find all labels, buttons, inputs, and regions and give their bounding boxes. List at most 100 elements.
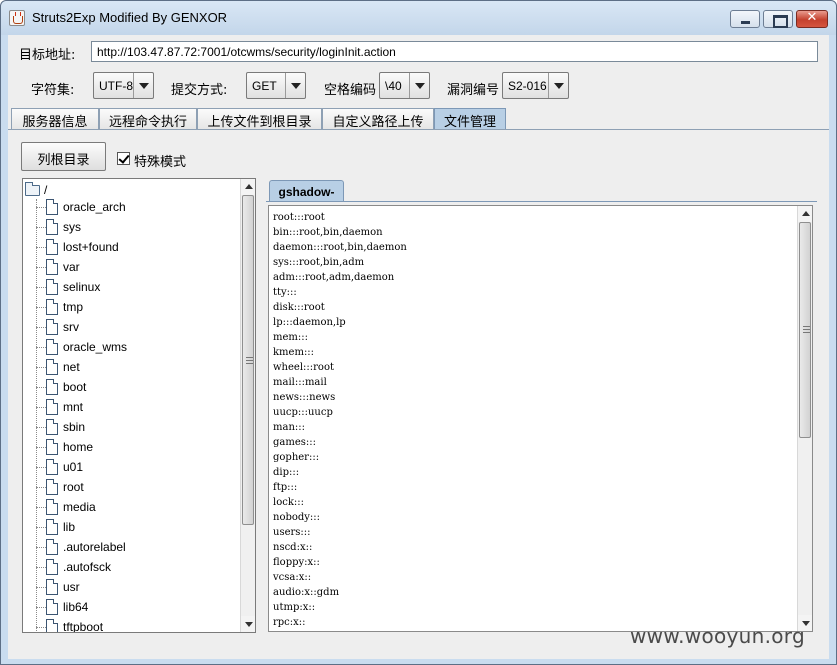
charset-select[interactable]: UTF-8 bbox=[93, 72, 154, 99]
tree-item-label: usr bbox=[63, 580, 80, 594]
grip-line bbox=[803, 326, 810, 327]
file-line: root:::root bbox=[273, 212, 325, 223]
tree-item[interactable]: var bbox=[23, 258, 238, 278]
space-encoding-label: 空格编码 bbox=[324, 83, 377, 98]
tree-connector bbox=[36, 447, 46, 448]
minimize-button[interactable] bbox=[730, 10, 760, 28]
tree-item[interactable]: .autofsck bbox=[23, 558, 238, 578]
chevron-down-icon bbox=[285, 73, 305, 98]
file-scrollbar[interactable] bbox=[797, 206, 812, 631]
space-encoding-value: \40 bbox=[385, 79, 402, 93]
tree-item[interactable]: boot bbox=[23, 378, 238, 398]
tab-server-info[interactable]: 服务器信息 bbox=[11, 108, 99, 130]
special-mode-checkbox[interactable] bbox=[117, 152, 130, 165]
tab-custom-upload[interactable]: 自定义路径上传 bbox=[322, 108, 434, 130]
special-mode-label: 特殊模式 bbox=[134, 155, 187, 170]
tree-item[interactable]: usr bbox=[23, 578, 238, 598]
method-select[interactable]: GET bbox=[246, 72, 306, 99]
title-bar[interactable]: Struts2Exp Modified By GENXOR ✕ bbox=[1, 1, 836, 35]
tree-root-label: / bbox=[44, 183, 48, 197]
tab-label: 远程命令执行 bbox=[108, 115, 187, 130]
file-line: vcsa:x:: bbox=[273, 572, 312, 583]
file-line: ftp::: bbox=[273, 482, 298, 493]
tree-item[interactable]: selinux bbox=[23, 278, 238, 298]
tree-item[interactable]: home bbox=[23, 438, 238, 458]
tree-item[interactable]: lost+found bbox=[23, 238, 238, 258]
file-tab-gshadow[interactable]: gshadow- bbox=[269, 180, 344, 202]
scroll-down-button[interactable] bbox=[241, 616, 255, 632]
list-root-button[interactable]: 列根目录 bbox=[21, 142, 106, 171]
file-line: man::: bbox=[273, 422, 305, 433]
file-line: sys:::root,bin,adm bbox=[273, 257, 365, 268]
tree-item-label: root bbox=[63, 480, 84, 494]
java-app-icon bbox=[9, 10, 25, 26]
tree-item-label: u01 bbox=[63, 460, 84, 474]
tree-item-label: oracle_wms bbox=[63, 340, 128, 354]
file-line: nobody::: bbox=[273, 512, 321, 523]
tree-scrollbar[interactable] bbox=[240, 179, 255, 632]
tree-connector bbox=[36, 567, 46, 568]
directory-tree[interactable]: / oracle_arch sys lost+found var selinux tmp s… bbox=[22, 178, 256, 633]
file-line: tty::: bbox=[273, 287, 297, 298]
tree-item-label: var bbox=[63, 260, 80, 274]
file-icon bbox=[46, 419, 58, 435]
watermark: www.wooyun.org bbox=[630, 624, 805, 648]
file-content-area[interactable]: root:::root bin:::root,bin,daemon daemon::… bbox=[268, 205, 813, 632]
tree-item[interactable]: net bbox=[23, 358, 238, 378]
tree-item[interactable]: lib64 bbox=[23, 598, 238, 618]
tree-item[interactable]: srv bbox=[23, 318, 238, 338]
tree-item[interactable]: lib bbox=[23, 518, 238, 538]
close-icon: ✕ bbox=[806, 10, 818, 25]
tree-connector bbox=[36, 307, 46, 308]
tree-item[interactable]: oracle_arch bbox=[23, 198, 238, 218]
scroll-thumb[interactable] bbox=[799, 222, 811, 438]
file-icon bbox=[46, 339, 58, 355]
tree-item-label: lib bbox=[63, 520, 76, 534]
vuln-id-label: 漏洞编号 bbox=[447, 83, 500, 98]
tree-item[interactable]: oracle_wms bbox=[23, 338, 238, 358]
tree-item[interactable]: .autorelabel bbox=[23, 538, 238, 558]
tab-remote-command[interactable]: 远程命令执行 bbox=[99, 108, 197, 130]
tree-item[interactable]: sys bbox=[23, 218, 238, 238]
tree-item[interactable]: media bbox=[23, 498, 238, 518]
scroll-up-button[interactable] bbox=[798, 206, 812, 222]
file-icon bbox=[46, 239, 58, 255]
scroll-up-button[interactable] bbox=[241, 179, 255, 195]
file-line: adm:::root,adm,daemon bbox=[273, 272, 395, 283]
tree-connector bbox=[36, 607, 46, 608]
scroll-thumb[interactable] bbox=[242, 195, 254, 525]
space-encoding-select[interactable]: \40 bbox=[379, 72, 430, 99]
file-line: lock::: bbox=[273, 497, 304, 508]
tree-item-label: media bbox=[63, 500, 96, 514]
file-line: nscd:x:: bbox=[273, 542, 313, 553]
file-line: users::: bbox=[273, 527, 311, 538]
tree-item[interactable]: sbin bbox=[23, 418, 238, 438]
tree-connector bbox=[36, 327, 46, 328]
tree-item[interactable]: tmp bbox=[23, 298, 238, 318]
close-button[interactable]: ✕ bbox=[796, 10, 828, 28]
file-line: kmem::: bbox=[273, 347, 315, 358]
vuln-id-value: S2-016 bbox=[508, 79, 547, 93]
grip-line bbox=[246, 360, 253, 361]
maximize-button[interactable] bbox=[763, 10, 793, 28]
tab-upload-root[interactable]: 上传文件到根目录 bbox=[197, 108, 322, 130]
tree-item-label: tmp bbox=[63, 300, 84, 314]
chevron-down-icon bbox=[548, 73, 568, 98]
file-line: uucp:::uucp bbox=[273, 407, 333, 418]
tree-item-label: sbin bbox=[63, 420, 86, 434]
tree-item[interactable]: u01 bbox=[23, 458, 238, 478]
file-line: dip::: bbox=[273, 467, 300, 478]
file-line: floppy:x:: bbox=[273, 557, 320, 568]
file-line: wheel:::root bbox=[273, 362, 334, 373]
tree-item[interactable]: tftpboot bbox=[23, 618, 238, 632]
tree-connector bbox=[36, 347, 46, 348]
tree-connector bbox=[36, 287, 46, 288]
tree-item[interactable]: mnt bbox=[23, 398, 238, 418]
charset-label: 字符集: bbox=[31, 83, 75, 98]
vuln-id-select[interactable]: S2-016 bbox=[502, 72, 569, 99]
url-input[interactable] bbox=[91, 41, 818, 62]
file-icon bbox=[46, 359, 58, 375]
tree-item[interactable]: root bbox=[23, 478, 238, 498]
tab-file-manager[interactable]: 文件管理 bbox=[434, 108, 506, 130]
method-value: GET bbox=[252, 79, 277, 93]
